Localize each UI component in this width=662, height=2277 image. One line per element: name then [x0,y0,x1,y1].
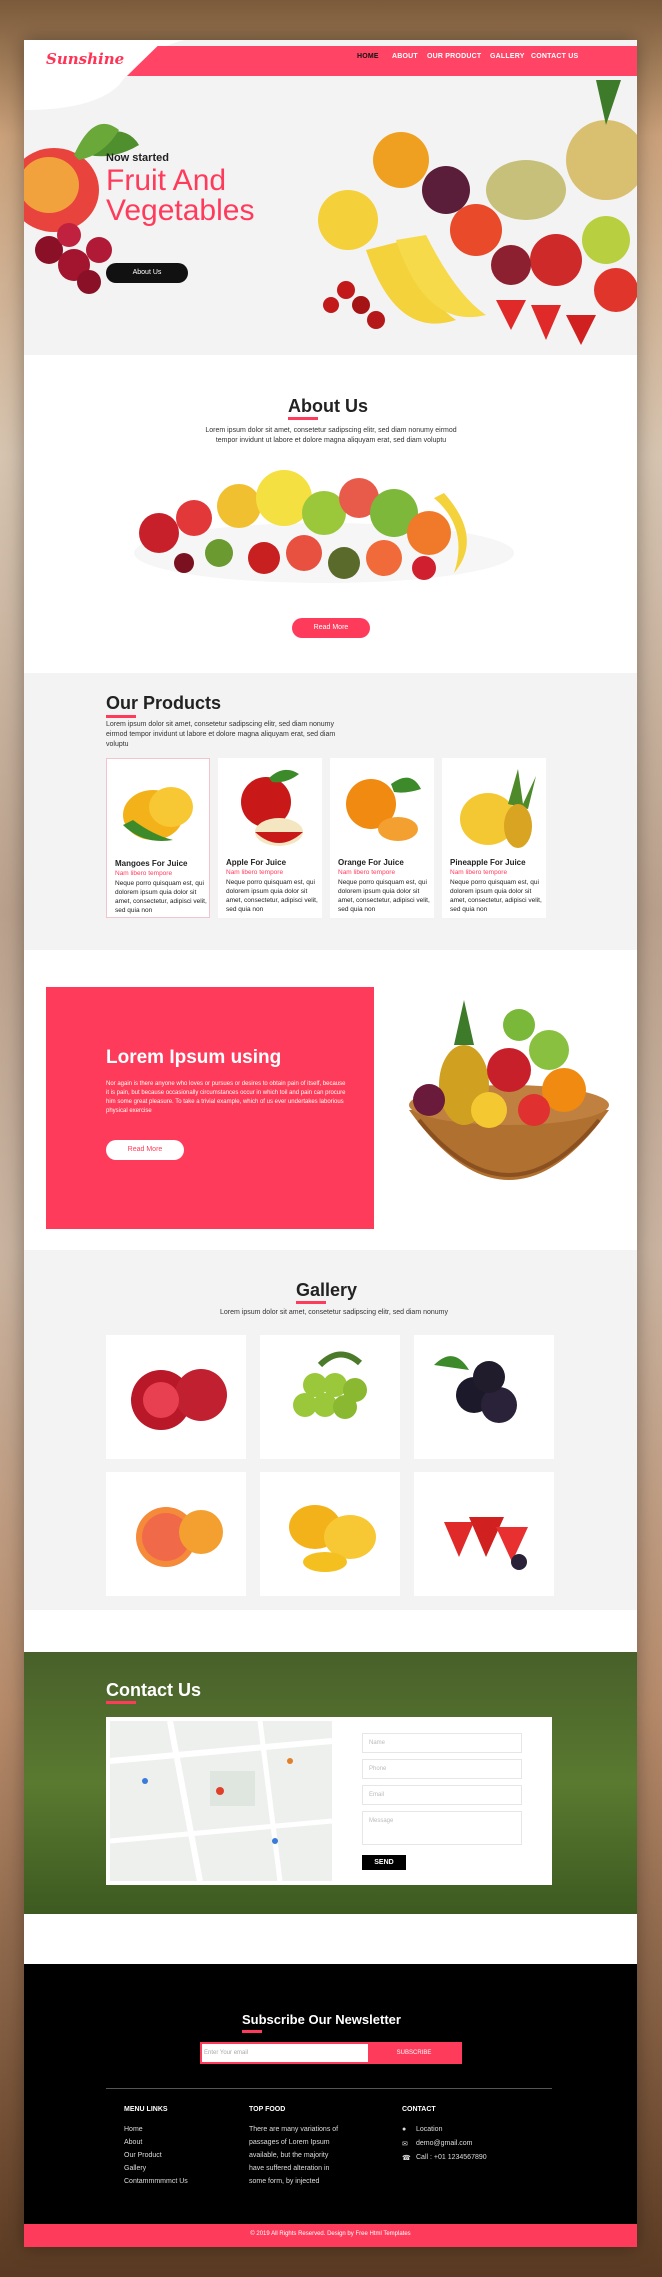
footer-location: Location [416,2126,443,2133]
page-frame: Sunshine HOME ABOUT OUR PRODUCT GALLERY … [24,40,637,2247]
about-read-more-button[interactable]: Read More [292,618,370,638]
top-nav-bar [127,46,637,76]
footer [24,1964,637,2247]
contact-title: Contact Us [106,1680,202,1700]
strawberries-image [444,1517,528,1570]
nav-our-product[interactable]: OUR PRODUCT [427,53,481,60]
footer-top-food-text: passages of Lorem Ipsum [249,2139,330,2146]
footer-email[interactable]: demo@gmail.com [416,2140,473,2147]
product-subtitle: Nam libero tempore [226,869,284,876]
footer-link-home[interactable]: Home [124,2126,143,2133]
gallery-item-grapefruit[interactable] [106,1472,246,1596]
subscribe-button[interactable]: SUBSCRIBE [368,2044,460,2062]
product-subtitle: Nam libero tempore [115,870,173,877]
contact-title-underline [106,1701,136,1704]
nav-gallery[interactable]: GALLERY [490,53,525,60]
gallery-item-pomegranate[interactable] [106,1335,246,1459]
footer-menu-title: MENU LINKS [124,2106,168,2113]
contact-name-field[interactable]: Name [362,1733,522,1753]
about-fruits-image [134,470,514,583]
footer-top-food-text: available, but the majority [249,2152,329,2159]
gallery-item-grapes[interactable] [260,1335,400,1459]
gallery-title: Gallery [296,1280,358,1300]
contact-phone-field[interactable]: Phone [362,1759,522,1779]
footer-link-about[interactable]: About [124,2139,142,2146]
product-title: Orange For Juice [338,858,404,867]
products-text: Lorem ipsum dolor sit amet, consetetur s… [106,721,336,748]
product-card-mango[interactable]: Mangoes For Juice Nam libero tempore Neq… [106,758,210,918]
footer-top-food-text: have suffered alteration in [249,2165,330,2172]
footer-top-food-text: There are many variations of [249,2126,339,2133]
grapes-image [293,1351,367,1419]
product-card-orange[interactable]: Orange For Juice Nam libero tempore Nequ… [330,758,434,918]
contact-message-field[interactable]: Message [362,1811,522,1845]
contact-email-field[interactable]: Email [362,1785,522,1805]
footer-link-our-product[interactable]: Our Product [124,2152,162,2159]
footer-contact-title: CONTACT [402,2106,436,2113]
product-desc: Neque porro quisquam est, qui dolorem ip… [450,879,542,913]
product-subtitle: Nam libero tempore [338,869,396,876]
copyright-text: © 2019 All Rights Reserved. Design by Fr… [250,2231,411,2237]
newsletter-title: Subscribe Our Newsletter [242,2012,401,2027]
site-logo[interactable]: Sunshine [46,50,124,68]
gallery-title-underline [296,1301,326,1304]
hero-section: Sunshine HOME ABOUT OUR PRODUCT GALLERY … [24,40,637,355]
promo-read-more-button[interactable]: Read More [106,1140,184,1160]
blackberries-image [434,1356,517,1423]
nav-about[interactable]: ABOUT [392,53,418,60]
gallery-item-blackberries[interactable] [414,1335,554,1459]
product-desc: Neque porro quisquam est, qui dolorem ip… [338,879,430,913]
hero-subtitle: Now started [106,152,169,164]
apple-image [241,769,303,846]
footer-divider [106,2088,552,2089]
mail-icon: ✉ [402,2141,408,2148]
nav-home[interactable]: HOME [357,53,379,60]
promo-text: Nor again is there anyone who loves or p… [106,1081,346,1114]
gallery-item-strawberries[interactable] [414,1472,554,1596]
pineapple-image [460,769,536,848]
newsletter-email-input[interactable]: Enter Your email [204,2046,366,2060]
mango-slices-image [289,1505,376,1572]
gallery-text: Lorem ipsum dolor sit amet, consetetur s… [220,1309,448,1316]
orange-image [346,777,421,841]
product-title: Pineapple For Juice [450,858,526,867]
about-title: About Us [288,396,368,416]
hero-fruit-basket-image [318,80,637,345]
product-desc: Neque porro quisquam est, qui dolorem ip… [226,879,318,913]
footer-top-food-title: TOP FOOD [249,2106,286,2113]
fruit-basket-image [409,1000,609,1180]
product-subtitle: Nam libero tempore [450,869,508,876]
grapefruit-image [136,1507,223,1567]
mango-image [123,787,193,841]
footer-phone: Call : +01 1234567890 [416,2154,487,2161]
pomegranate-image [131,1369,227,1430]
product-card-pineapple[interactable]: Pineapple For Juice Nam libero tempore N… [442,758,546,918]
footer-link-gallery[interactable]: Gallery [124,2165,146,2172]
products-title: Our Products [106,693,222,713]
product-title: Mangoes For Juice [115,859,188,868]
products-title-underline [106,715,136,718]
about-title-underline [288,417,318,420]
footer-link-contact[interactable]: Contammmmmct Us [124,2178,188,2185]
send-button[interactable]: SEND [362,1855,406,1870]
nav-contact-us[interactable]: CONTACT US [531,53,578,60]
product-card-apple[interactable]: Apple For Juice Nam libero tempore Neque… [218,758,322,918]
phone-icon: ☎ [402,2155,411,2162]
product-title: Apple For Juice [226,858,287,867]
footer-top-food-text: some form, by injected [249,2178,320,2185]
location-pin-icon: ● [402,2126,407,2133]
gallery-item-mango[interactable] [260,1472,400,1596]
newsletter-title-underline [242,2030,262,2033]
promo-title: Lorem Ipsum using [106,1047,282,1068]
about-text: Lorem ipsum dolor sit amet, consetetur s… [205,427,457,444]
location-map[interactable] [110,1721,332,1881]
about-us-button[interactable]: About Us [106,263,188,283]
product-desc: Neque porro quisquam est, qui dolorem ip… [115,880,207,914]
